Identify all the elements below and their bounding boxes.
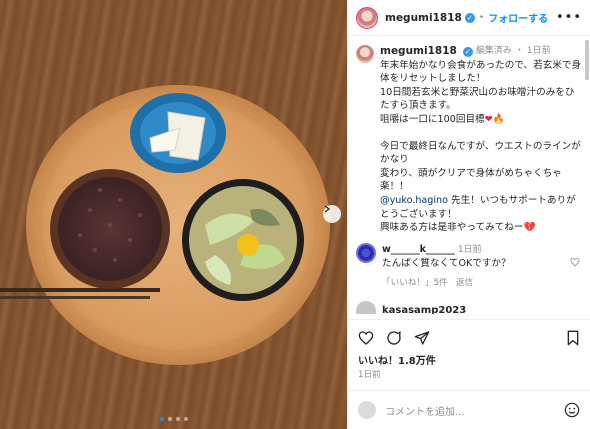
action-bar <box>348 319 590 355</box>
carousel-dot <box>159 417 164 421</box>
post-photo[interactable] <box>0 0 347 429</box>
emoji-icon[interactable] <box>564 402 580 418</box>
caption-line-text: 咀嚼は一口に100回目標 <box>380 113 485 125</box>
edited-label: 編集済み <box>475 46 512 56</box>
brown-rice <box>58 177 162 281</box>
caption-line: @yuko.hagino 先生！いつもサポートありがとうございます！ <box>380 194 582 221</box>
caption-line: 年末年始かなり会食があったので、若玄米で身体をリセットしました！ <box>380 59 582 85</box>
carousel-dot <box>167 417 172 421</box>
verified-badge-icon: ✓ <box>464 12 475 23</box>
post-header: megumi1818 ✓ • フォローする ••• <box>348 0 590 36</box>
caption-line: 興味ある方は是非やってみてねー💔 <box>380 221 582 235</box>
caption-line-text: 興味ある方は是非やってみてねー <box>380 222 524 234</box>
avatar[interactable] <box>356 300 376 314</box>
avatar[interactable] <box>356 45 374 63</box>
follow-button[interactable]: フォローする <box>488 10 548 25</box>
reply-button[interactable]: 返信 <box>456 278 473 288</box>
like-heart-icon[interactable] <box>358 330 374 346</box>
caption: megumi1818 ✓ 編集済み ・ 1日前 年末年始かなり会食があったので、… <box>356 45 582 235</box>
likes-count[interactable]: いいね！1.8万件 <box>358 352 436 367</box>
caption-time: 1日前 <box>526 46 551 56</box>
food-photo-illustration <box>0 85 330 365</box>
avatar <box>358 401 376 419</box>
heart-emoji-icon: ❤ <box>484 113 493 125</box>
mention-link[interactable]: @yuko.hagino <box>380 195 448 206</box>
comment: w______k______ 1日前 たんぱく質なくてOKですか？ 「いいね！」… <box>356 242 582 291</box>
comment-username[interactable]: kasasamp2023 <box>382 305 466 314</box>
carousel-dot <box>183 417 188 421</box>
comment-username[interactable]: w______k______ <box>382 244 455 255</box>
post-date: 1日前 <box>358 370 381 380</box>
caption-line: 10日間若玄米と野菜沢山のお味噌汁のみをひたすら頂きます。 <box>380 86 575 112</box>
avatar[interactable] <box>356 6 378 29</box>
comment-text: たんぱく質なくてOKですか？ <box>382 258 511 270</box>
more-options-icon[interactable]: ••• <box>556 10 582 25</box>
verified-badge-icon: ✓ <box>462 46 473 57</box>
caption-username[interactable]: megumi1818 <box>380 45 457 59</box>
chevron-right-icon <box>324 205 331 213</box>
broken-heart-emoji-icon: 💔 <box>523 222 536 234</box>
post-side-panel: megumi1818 ✓ • フォローする ••• megumi1818 ✓ 編… <box>347 0 590 429</box>
heart-outline-icon[interactable] <box>570 257 580 267</box>
caption-line: 変わり、頭がクリアで身体がめちゃくちゃ楽！！ <box>380 167 562 193</box>
comment: kasasamp2023 <box>356 300 582 314</box>
comment-time: 1日前 <box>457 244 482 255</box>
comments-area[interactable]: megumi1818 ✓ 編集済み ・ 1日前 年末年始かなり会食があったので、… <box>348 37 590 314</box>
caption-line: 咀嚼は一口に100回目標❤🔥 <box>380 113 582 127</box>
fire-emoji-icon: 🔥 <box>492 113 505 125</box>
chopstick <box>0 296 150 299</box>
bookmark-icon[interactable] <box>566 330 580 346</box>
carousel-next-button[interactable] <box>323 205 341 223</box>
comment-icon[interactable] <box>386 330 402 346</box>
carousel-dot <box>175 417 180 421</box>
add-comment-bar: コメントを追加... <box>348 390 590 429</box>
comment-likes[interactable]: 「いいね！」5件 <box>382 278 448 288</box>
carousel-indicator <box>0 417 347 421</box>
avatar[interactable] <box>356 242 376 263</box>
chopstick <box>0 288 160 292</box>
caption-line: 今日で最終日なんですが、ウエストのラインがかなり <box>380 140 581 166</box>
separator-dot: • <box>478 12 485 23</box>
username[interactable]: megumi1818 <box>385 12 462 24</box>
separator-dot: ・ <box>514 46 524 56</box>
comment-input[interactable]: コメントを追加... <box>385 403 465 418</box>
share-send-icon[interactable] <box>414 330 430 346</box>
yuzu-garnish <box>237 234 259 256</box>
